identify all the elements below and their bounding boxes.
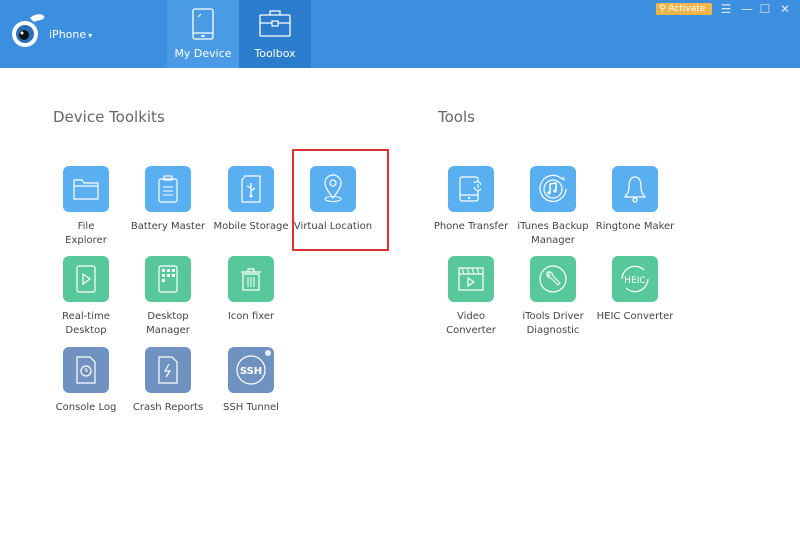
device-name-label: iPhone	[49, 28, 87, 41]
tool-heic-converter[interactable]: HEIC HEIC Converter	[594, 256, 676, 324]
folder-icon	[73, 179, 99, 200]
tool-label: Ringtone Maker	[595, 221, 675, 232]
location-pin-icon	[324, 174, 342, 202]
tab-toolbox-label: Toolbox	[254, 47, 296, 60]
tab-my-device[interactable]: My Device	[167, 0, 239, 68]
menu-button[interactable]: ☰	[718, 1, 734, 17]
tool-itools-driver-diagnostic[interactable]: iTools Driver Diagnostic	[512, 256, 594, 338]
tool-label: iTools Driver Diagnostic	[522, 311, 584, 336]
tool-label: Console Log	[55, 402, 117, 413]
tool-label: Battery Master	[130, 221, 206, 232]
tools-title: Tools	[438, 108, 475, 126]
tool-label: HEIC Converter	[596, 311, 674, 322]
tool-label: Video Converter	[446, 311, 496, 336]
activate-label: Activate	[668, 4, 706, 14]
title-bar: iPhone ▾ My Device Toolbox ⚲ Activate ☰ —…	[0, 0, 800, 68]
lightning-file-icon	[158, 356, 178, 384]
tool-ssh-tunnel[interactable]: SSH SSH Tunnel	[210, 347, 292, 415]
tool-label: Icon fixer	[227, 311, 275, 322]
close-button[interactable]: ✕	[777, 1, 793, 17]
tool-phone-transfer[interactable]: Phone Transfer	[430, 166, 512, 234]
tool-desktop-manager[interactable]: Desktop Manager	[127, 256, 209, 338]
phone-transfer-icon	[459, 176, 482, 202]
tool-itunes-backup-manager[interactable]: iTunes Backup Manager	[512, 166, 594, 248]
itools-logo-icon	[12, 14, 45, 47]
status-dot	[265, 350, 271, 356]
tool-battery-master[interactable]: Battery Master	[127, 166, 209, 234]
trash-icon	[241, 268, 261, 291]
ssh-text: SSH	[240, 366, 262, 377]
tool-file-explorer[interactable]: File Explorer	[45, 166, 127, 248]
bell-icon	[624, 176, 646, 203]
tool-label: Phone Transfer	[433, 221, 509, 232]
wrench-icon	[539, 265, 567, 293]
activate-button[interactable]: ⚲ Activate	[656, 3, 712, 15]
minimize-button[interactable]: —	[739, 1, 755, 17]
tool-virtual-location[interactable]: Virtual Location	[292, 166, 374, 234]
tool-ringtone-maker[interactable]: Ringtone Maker	[594, 166, 676, 234]
toolbox-icon	[259, 10, 291, 37]
tool-label: iTunes Backup Manager	[517, 221, 589, 246]
clapperboard-icon	[458, 267, 484, 291]
tab-my-device-label: My Device	[174, 47, 232, 60]
tool-mobile-storage[interactable]: Mobile Storage	[210, 166, 292, 234]
ssh-icon: SSH	[236, 355, 266, 385]
app-grid-icon	[158, 265, 178, 293]
tool-label: File Explorer	[65, 221, 107, 246]
tool-video-converter[interactable]: Video Converter	[430, 256, 512, 338]
device-selector[interactable]: iPhone ▾	[49, 28, 92, 41]
tool-icon-fixer[interactable]: Icon fixer	[210, 256, 292, 324]
heic-icon: HEIC	[621, 265, 649, 293]
tool-label: Real-time Desktop	[62, 311, 110, 336]
tool-label: SSH Tunnel	[223, 402, 279, 413]
tool-label: Desktop Manager	[146, 311, 190, 336]
tab-toolbox[interactable]: Toolbox	[239, 0, 311, 68]
tool-crash-reports[interactable]: Crash Reports	[127, 347, 209, 415]
clock-file-icon	[76, 356, 96, 384]
tool-real-time-desktop[interactable]: Real-time Desktop	[45, 256, 127, 338]
heic-text: HEIC	[624, 276, 645, 286]
tool-label: Mobile Storage	[213, 221, 289, 232]
tool-label: Crash Reports	[132, 402, 204, 413]
usb-drive-icon	[241, 175, 261, 203]
tool-label: Virtual Location	[293, 221, 373, 232]
clipboard-icon	[158, 175, 178, 203]
dropdown-caret-icon: ▾	[88, 31, 93, 40]
tablet-icon	[192, 8, 214, 40]
music-note-icon	[539, 174, 567, 202]
device-toolkits-title: Device Toolkits	[53, 108, 165, 126]
maximize-button[interactable]: ☐	[757, 1, 773, 17]
play-screen-icon	[76, 265, 96, 293]
tool-console-log[interactable]: Console Log	[45, 347, 127, 415]
